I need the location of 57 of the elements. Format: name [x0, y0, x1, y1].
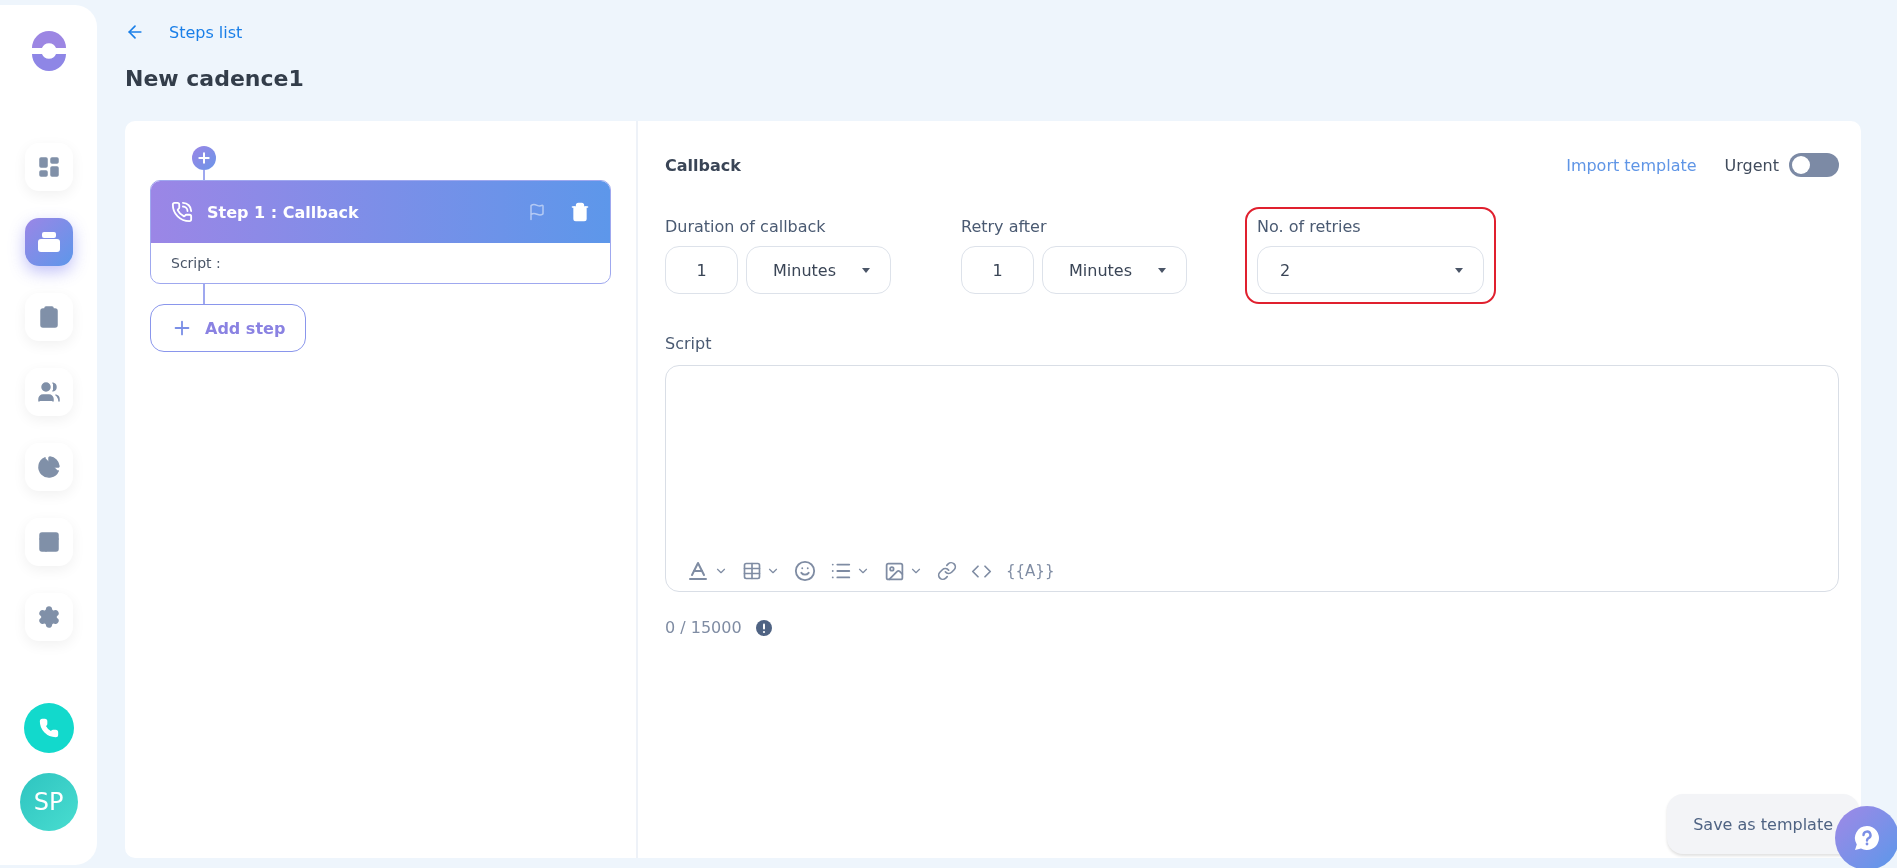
character-counter: 0 / 15000: [665, 618, 742, 637]
caret-icon: [1455, 267, 1463, 273]
phone-call-icon: [171, 201, 193, 223]
dashboard-icon: [36, 155, 61, 179]
help-bubble-icon: [1853, 824, 1881, 852]
smiley-icon: [794, 560, 816, 582]
field-label: Duration of callback: [665, 217, 827, 236]
retries-dropdown[interactable]: 2: [1257, 246, 1484, 294]
settings-icon: [36, 605, 61, 629]
phone-icon: [38, 718, 59, 738]
urgent-label: Urgent: [1724, 155, 1779, 175]
step-card[interactable]: Step 1 : Callback Script :: [150, 180, 611, 284]
delete-icon[interactable]: [570, 202, 590, 222]
back-link[interactable]: Steps list: [125, 22, 1861, 42]
plus-icon: [196, 150, 212, 166]
table-icon: [742, 561, 762, 581]
link-icon: [937, 561, 957, 581]
flag-icon[interactable]: [528, 203, 546, 221]
script-editor[interactable]: {{A}}: [665, 365, 1839, 592]
field-label: No. of retries: [1257, 217, 1362, 236]
caret-icon: [1158, 267, 1166, 273]
image-icon: [884, 560, 905, 582]
info-icon: [755, 619, 772, 636]
people-icon: [36, 380, 61, 404]
save-template-button[interactable]: Save as template: [1667, 794, 1859, 854]
tray-icon: [36, 232, 61, 252]
number-input[interactable]: 1: [961, 246, 1034, 294]
variable-button[interactable]: {{A}}: [1006, 562, 1055, 580]
phone-button[interactable]: [23, 703, 74, 753]
nav-button[interactable]: [24, 293, 73, 341]
step-title: Step 1 : Callback: [207, 202, 360, 222]
number-input[interactable]: 1: [665, 246, 738, 294]
add-step-above-button[interactable]: [192, 146, 216, 170]
import-template-link[interactable]: Import template: [1566, 155, 1697, 175]
script-label: Script: [665, 334, 713, 353]
unit-dropdown[interactable]: Minutes: [746, 246, 891, 294]
image-button[interactable]: [884, 560, 923, 582]
text-color-icon: [686, 559, 710, 583]
step-script-label: Script :: [170, 254, 222, 273]
nav-button[interactable]: [24, 368, 73, 416]
urgent-toggle[interactable]: [1789, 153, 1839, 177]
nav-button[interactable]: [24, 593, 73, 641]
table-button[interactable]: [742, 561, 780, 581]
add-step-button[interactable]: Add step: [150, 304, 307, 352]
nav-button[interactable]: [24, 218, 73, 266]
field-label: Retry after: [961, 217, 1048, 236]
text-color-button[interactable]: [686, 559, 728, 583]
link-button[interactable]: [937, 561, 957, 581]
nav-button[interactable]: [24, 143, 73, 191]
nav-button[interactable]: [24, 518, 73, 566]
unit-dropdown[interactable]: Minutes: [1042, 246, 1187, 294]
emoji-button[interactable]: [794, 560, 816, 582]
pie-chart-icon: [36, 455, 61, 479]
page-title: New cadence1: [125, 66, 305, 91]
form-title: Callback: [665, 155, 742, 175]
nav-button[interactable]: [24, 443, 73, 491]
caret-icon: [862, 267, 870, 273]
